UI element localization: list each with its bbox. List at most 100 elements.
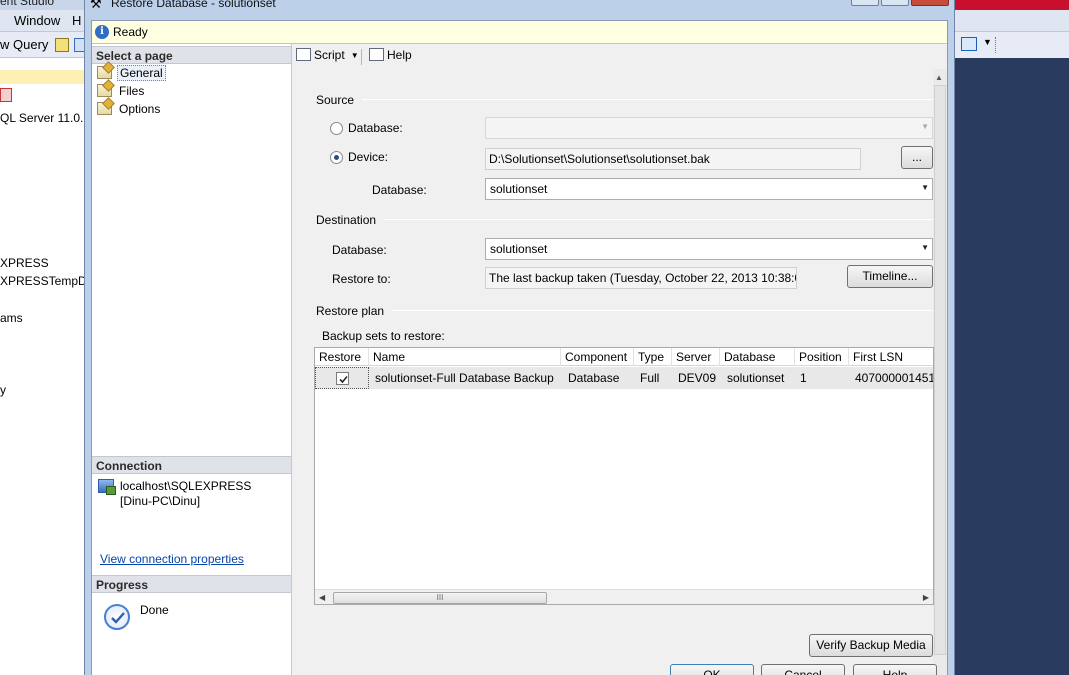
general-page: Script ▼ Help ▲ Source Database: ▼ Devic… (292, 44, 947, 675)
view-connection-properties-link[interactable]: View connection properties (100, 552, 244, 566)
chevron-down-icon: ▼ (921, 183, 929, 192)
source-device-radio[interactable] (330, 151, 343, 164)
source-database-radio[interactable] (330, 122, 343, 135)
toolbar-separator (361, 49, 362, 65)
maximize-button[interactable] (881, 0, 909, 6)
backup-sets-label: Backup sets to restore: (322, 329, 445, 343)
destination-database-label: Database: (332, 243, 387, 257)
restore-plan-group-line (316, 310, 933, 311)
restore-checkbox[interactable] (336, 372, 349, 385)
disconnect-icon[interactable] (0, 88, 12, 102)
new-file-icon[interactable] (55, 38, 69, 52)
info-icon: i (95, 25, 109, 39)
menu-window[interactable]: Window (14, 13, 60, 28)
help-button[interactable]: Help (853, 664, 937, 675)
new-query-button[interactable]: w Query (0, 37, 48, 52)
column-header-server[interactable]: Server (672, 348, 720, 366)
page-item-label: Files (119, 84, 145, 98)
cell-first-lsn: 4070000014517 (855, 371, 934, 385)
ok-button[interactable]: OK (670, 664, 754, 675)
scroll-up-icon[interactable]: ▲ (935, 73, 943, 82)
help-label: Help (387, 48, 412, 62)
destination-database-dropdown[interactable]: solutionset ▼ (485, 238, 933, 260)
tree-item-server[interactable]: QL Server 11.0.22 (0, 111, 97, 125)
scroll-right-icon[interactable]: ▶ (923, 593, 929, 602)
device-database-label: Database: (372, 183, 427, 197)
chevron-down-icon[interactable]: ▼ (983, 37, 992, 47)
device-database-dropdown[interactable]: solutionset ▼ (485, 178, 933, 200)
progress-done-icon (104, 604, 130, 630)
restore-to-field[interactable]: The last backup taken (Tuesday, October … (485, 267, 797, 289)
scroll-left-icon[interactable]: ◀ (319, 593, 325, 602)
page-item-label: General (117, 65, 166, 81)
tree-item-tempdb[interactable]: XPRESSTempDE (0, 274, 95, 288)
tree-item-security[interactable]: y (0, 383, 6, 397)
chevron-down-icon: ▼ (921, 243, 929, 252)
tree-item-diagrams[interactable]: ams (0, 311, 23, 325)
toolbar-grip (995, 37, 999, 53)
page-icon (97, 102, 112, 115)
menu-help[interactable]: H (72, 13, 81, 28)
help-icon (369, 48, 384, 61)
source-database-label: Database: (348, 121, 403, 135)
ssms-right-toolbar: ▼ (955, 32, 1069, 58)
page-toolbar: Script ▼ Help (292, 44, 947, 69)
restore-database-icon: ⚒ (90, 0, 102, 11)
page-item-label: Options (119, 102, 161, 116)
cancel-button[interactable]: Cancel (761, 664, 845, 675)
column-header-position[interactable]: Position (795, 348, 849, 366)
column-header-type[interactable]: Type (634, 348, 672, 366)
cell-server: DEV09 (678, 371, 717, 385)
restore-cell[interactable] (315, 367, 369, 389)
restore-plan-group-label: Restore plan (316, 304, 393, 318)
dialog-title: Restore Database - solutionset (111, 0, 276, 10)
cell-type: Full (640, 371, 660, 385)
window-icon[interactable] (961, 37, 977, 51)
help-toolbar-button[interactable]: Help (369, 48, 412, 66)
minimize-button[interactable] (851, 0, 879, 6)
scroll-thumb[interactable] (934, 85, 946, 655)
page-selector-pane: Select a page General Files Options Conn… (92, 44, 292, 675)
page-icon (97, 84, 112, 97)
page-vertical-scrollbar[interactable]: ▲ (933, 69, 947, 675)
script-button[interactable]: Script ▼ (296, 48, 359, 66)
cell-position: 1 (800, 371, 807, 385)
source-device-label: Device: (348, 150, 389, 164)
verify-backup-media-button[interactable]: Verify Backup Media (809, 634, 933, 657)
column-header-database[interactable]: Database (720, 348, 795, 366)
chevron-down-icon: ▼ (921, 122, 929, 131)
connection-user: [Dinu-PC\Dinu] (120, 494, 201, 508)
connection-header: Connection (92, 456, 291, 474)
device-path-field[interactable]: D:\Solutionset\Solutionset\solutionset.b… (485, 148, 861, 170)
timeline-button[interactable]: Timeline... (847, 265, 933, 288)
grid-horizontal-scrollbar[interactable]: ◀ III ▶ (315, 589, 933, 604)
grid-scroll-thumb[interactable]: III (333, 592, 547, 604)
destination-group-label: Destination (316, 213, 385, 227)
grid-header: Restore Name Component Type Server Datab… (315, 348, 933, 366)
column-header-first-lsn[interactable]: First LSN (849, 348, 933, 366)
server-connection-icon (98, 479, 116, 495)
source-database-dropdown[interactable]: ▼ (485, 117, 933, 139)
object-explorer-panel: QL Server 11.0.22 XPRESS XPRESSTempDE am… (0, 58, 97, 675)
browse-device-button[interactable]: ... (901, 146, 933, 169)
cell-component: Database (568, 371, 620, 385)
chevron-down-icon[interactable]: ▼ (351, 51, 359, 60)
dialog-body: i Ready Select a page General Files Opti… (91, 20, 948, 675)
column-header-name[interactable]: Name (369, 348, 561, 366)
progress-header: Progress (92, 575, 291, 593)
page-icon (97, 66, 112, 79)
tree-item-sqlexpress[interactable]: XPRESS (0, 256, 49, 270)
destination-database-value: solutionset (490, 242, 548, 256)
dialog-title-bar[interactable]: ⚒ Restore Database - solutionset (85, 0, 954, 20)
source-group-line (316, 99, 933, 100)
column-header-restore[interactable]: Restore (315, 348, 369, 366)
restore-to-label: Restore to: (332, 272, 391, 286)
close-button[interactable] (911, 0, 949, 6)
ssms-title-text: ent Studio (0, 0, 55, 8)
destination-group-line (316, 219, 933, 220)
object-explorer-header (0, 70, 84, 84)
column-header-component[interactable]: Component (561, 348, 634, 366)
status-text: Ready (113, 25, 148, 39)
table-row[interactable]: solutionset-Full Database Backup Databas… (315, 367, 934, 389)
ssms-document-area (955, 58, 1069, 675)
